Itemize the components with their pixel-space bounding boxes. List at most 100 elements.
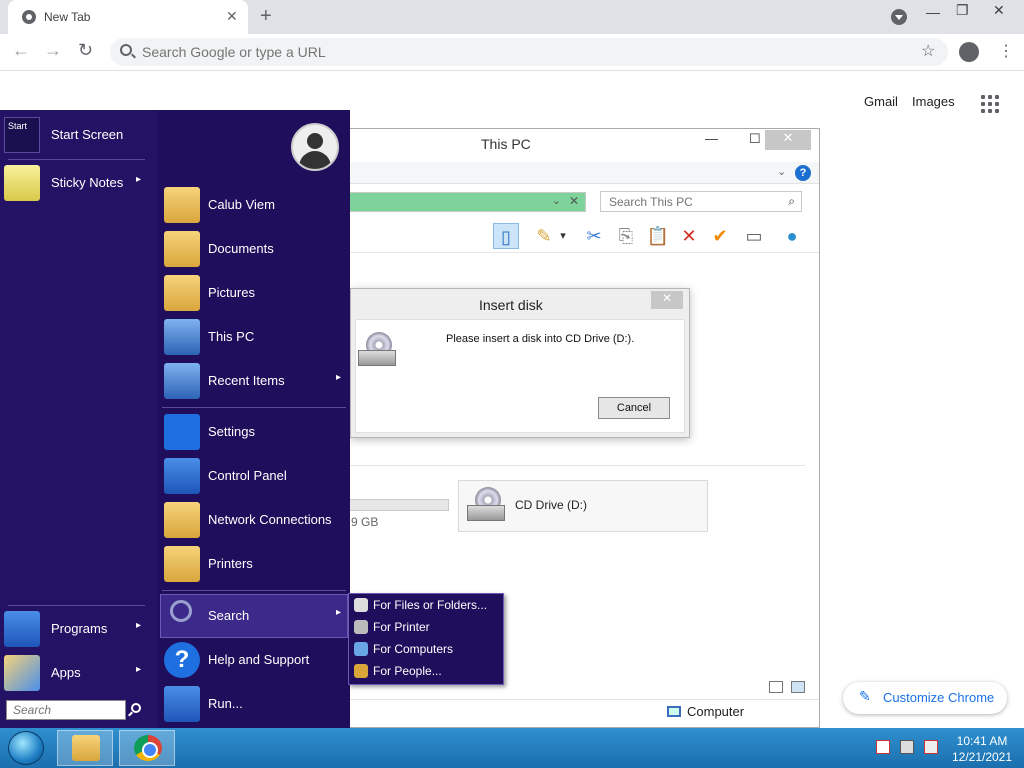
pictures-item[interactable]: Pictures xyxy=(160,273,348,313)
volume-muted-icon[interactable] xyxy=(924,740,938,754)
network-globe-icon[interactable]: ● xyxy=(779,223,805,249)
start-button[interactable] xyxy=(8,731,44,765)
apps-icon xyxy=(4,655,40,691)
dialog-body: Please insert a disk into CD Drive (D:).… xyxy=(355,319,685,433)
network-connections-item[interactable]: Network Connections xyxy=(160,500,348,540)
explorer-search-input[interactable] xyxy=(609,195,779,209)
programs-item[interactable]: Programs ▸ xyxy=(0,609,150,649)
window-minimize-button[interactable]: — xyxy=(926,4,940,20)
help-support-item[interactable]: ? Help and Support xyxy=(160,640,348,680)
user-avatar[interactable] xyxy=(291,123,339,171)
taskbar-clock[interactable]: 10:41 AM 12/21/2021 xyxy=(950,733,1014,765)
clock-time: 10:41 AM xyxy=(956,734,1008,748)
search-computers-item[interactable]: For Computers xyxy=(351,638,501,660)
customize-chrome-button[interactable]: ✎ Customize Chrome xyxy=(843,682,1007,714)
dropdown-arrow-icon[interactable]: ▾ xyxy=(556,223,570,249)
new-tab-button[interactable]: + xyxy=(260,5,272,28)
reload-button[interactable]: ↻ xyxy=(78,40,93,61)
search-printer-label: For Printer xyxy=(373,620,430,634)
run-item[interactable]: Run... xyxy=(160,684,348,724)
address-bar[interactable]: ⌄ ✕ xyxy=(341,192,586,212)
submenu-arrow-icon: ▸ xyxy=(336,607,342,618)
omnibox[interactable]: ☆ xyxy=(110,38,948,66)
chrome-menu-icon[interactable]: ⋮ xyxy=(998,41,1014,61)
address-dropdown-icon[interactable]: ⌄ xyxy=(552,194,561,207)
start-search-box[interactable] xyxy=(6,700,126,720)
magnifier-icon xyxy=(170,600,192,622)
layout-pane-icon[interactable]: ▯ xyxy=(493,223,519,249)
this-pc-label: This PC xyxy=(208,329,255,344)
user-folder-item[interactable]: Calub Viem xyxy=(160,185,348,225)
cd-drive-icon xyxy=(463,487,507,523)
taskbar-chrome-button[interactable] xyxy=(119,730,175,766)
paste-icon[interactable]: 📋 xyxy=(645,223,671,249)
explorer-minimize-button[interactable]: — xyxy=(705,131,718,146)
window-restore-button[interactable]: ❐ xyxy=(956,2,969,19)
forward-button[interactable]: → xyxy=(44,40,62,61)
rename-icon[interactable]: ▭ xyxy=(741,223,767,249)
taskbar-file-explorer-button[interactable] xyxy=(57,730,113,766)
start-screen-item[interactable]: Start Start Screen xyxy=(0,115,150,155)
documents-item[interactable]: Documents xyxy=(160,229,348,269)
pictures-label: Pictures xyxy=(208,285,255,300)
explorer-maximize-button[interactable]: ☐ xyxy=(749,131,761,147)
network-tray-icon[interactable] xyxy=(900,740,914,754)
computer-icon xyxy=(667,706,681,717)
check-icon[interactable]: ✔ xyxy=(707,223,733,249)
window-close-button[interactable]: ✕ xyxy=(993,2,1005,19)
this-pc-item[interactable]: This PC xyxy=(160,317,348,357)
explorer-search-box[interactable]: ⌕ xyxy=(600,191,802,212)
details-view-icon[interactable] xyxy=(769,681,783,693)
taskbar: 10:41 AM 12/21/2021 xyxy=(0,728,1024,768)
recent-items-item[interactable]: Recent Items ▸ xyxy=(160,361,348,401)
tab-new-tab[interactable]: New Tab ✕ xyxy=(8,0,248,34)
submenu-arrow-icon: ▸ xyxy=(136,664,142,675)
properties-folder-icon[interactable]: ✎ xyxy=(531,223,557,249)
apps-item[interactable]: Apps ▸ xyxy=(0,653,150,693)
search-icon[interactable]: ⌕ xyxy=(788,194,795,209)
omnibox-input[interactable] xyxy=(142,43,902,61)
expand-ribbon-icon[interactable]: ⌄ xyxy=(777,165,786,178)
section-divider xyxy=(341,465,805,466)
cd-drive-tile[interactable]: CD Drive (D:) xyxy=(458,480,708,532)
dialog-title: Insert disk xyxy=(479,297,543,313)
computer-icon xyxy=(164,319,200,355)
printer-icon xyxy=(164,546,200,582)
images-link[interactable]: Images xyxy=(912,94,955,109)
google-apps-icon[interactable] xyxy=(981,95,999,113)
search-submenu: For Files or Folders... For Printer For … xyxy=(348,593,504,685)
tab-search-button[interactable] xyxy=(891,9,907,25)
search-people-item[interactable]: For People... xyxy=(351,660,501,682)
insert-disk-dialog: Insert disk ✕ Please insert a disk into … xyxy=(350,288,690,438)
printers-item[interactable]: Printers xyxy=(160,544,348,584)
dialog-message: Please insert a disk into CD Drive (D:). xyxy=(446,333,635,345)
dialog-close-button[interactable]: ✕ xyxy=(651,291,683,309)
cut-icon[interactable]: ✂ xyxy=(581,223,607,249)
large-icons-view-icon[interactable] xyxy=(791,681,805,693)
customize-chrome-label: Customize Chrome xyxy=(883,690,995,705)
sticky-notes-item[interactable]: Sticky Notes ▸ xyxy=(0,163,150,203)
control-panel-item[interactable]: Control Panel xyxy=(160,456,348,496)
settings-item[interactable]: Settings xyxy=(160,412,348,452)
help-icon[interactable]: ? xyxy=(795,165,811,181)
bookmark-star-icon[interactable]: ☆ xyxy=(921,41,935,61)
search-item[interactable]: Search ▸ xyxy=(160,596,348,636)
copy-icon[interactable]: ⎘ xyxy=(613,223,639,249)
back-button[interactable]: ← xyxy=(12,40,30,61)
tab-close-button[interactable]: ✕ xyxy=(226,8,238,25)
action-center-flag-icon[interactable] xyxy=(876,740,890,754)
search-icon[interactable] xyxy=(131,703,141,713)
gmail-link[interactable]: Gmail xyxy=(864,94,898,109)
explorer-close-button[interactable]: ✕ xyxy=(765,130,811,150)
start-search-input[interactable] xyxy=(7,701,125,719)
address-clear-icon[interactable]: ✕ xyxy=(569,194,579,208)
chrome-icon xyxy=(22,10,36,24)
cancel-button[interactable]: Cancel xyxy=(598,397,670,419)
search-files-folders-item[interactable]: For Files or Folders... xyxy=(351,594,501,616)
start-menu: Start Start Screen Sticky Notes ▸ Progra… xyxy=(0,110,350,728)
start-screen-label: Start Screen xyxy=(51,127,124,142)
delete-icon[interactable]: ✕ xyxy=(676,223,702,249)
profile-avatar-icon[interactable] xyxy=(959,42,979,62)
search-printer-item[interactable]: For Printer xyxy=(351,616,501,638)
clock-date: 12/21/2021 xyxy=(951,750,1013,764)
